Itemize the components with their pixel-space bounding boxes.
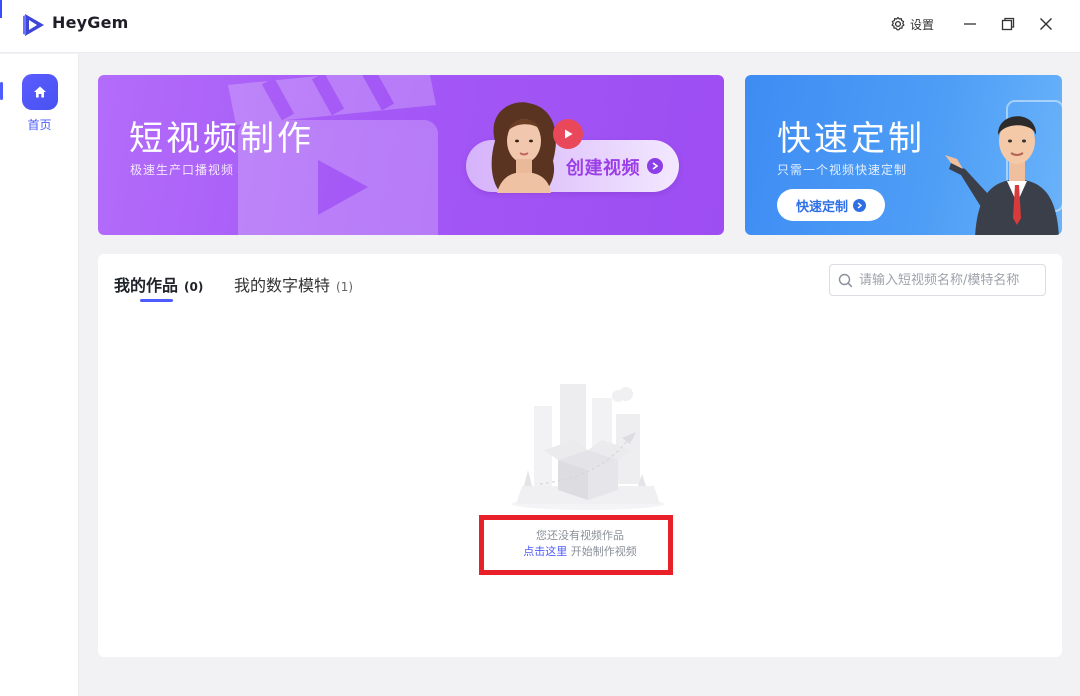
arrow-right-icon — [647, 158, 663, 174]
works-panel: 我的作品 (0) 我的数字模特 (1) 您还没有视频作品 点击这里 开始制作视频 — [98, 254, 1062, 657]
quick-customize-button[interactable]: 快速定制 — [777, 189, 885, 221]
home-icon — [34, 86, 46, 98]
tab-my-digital-models[interactable]: 我的数字模特 (1) — [234, 272, 354, 295]
search-box[interactable] — [829, 264, 1046, 296]
gear-icon — [891, 16, 905, 31]
restore-button[interactable] — [998, 14, 1018, 34]
tab-my-works-label: 我的作品 — [114, 276, 179, 295]
search-icon — [838, 273, 853, 287]
empty-state-action: 点击这里 开始制作视频 — [98, 543, 1062, 559]
video-banner-subtitle: 极速生产口播视频 — [130, 163, 235, 177]
empty-state-message: 您还没有视频作品 — [536, 529, 624, 542]
title-bar: HeyGem 设置 — [0, 0, 1080, 53]
video-banner-title: 短视频制作 — [129, 119, 314, 159]
tab-my-digital-models-count: (1) — [336, 280, 354, 294]
sidebar-item-home[interactable] — [22, 74, 58, 110]
restore-icon — [1001, 17, 1015, 31]
start-creating-link[interactable]: 点击这里 — [523, 545, 567, 558]
tab-my-works-count: (0) — [184, 280, 204, 294]
minimize-icon — [964, 23, 976, 25]
empty-state-illustration — [512, 384, 664, 510]
quick-customize-label: 快速定制 — [795, 199, 848, 215]
minimize-button[interactable] — [960, 14, 980, 34]
sidebar: 首页 — [0, 54, 79, 696]
close-icon — [1040, 18, 1052, 30]
play-icon — [553, 119, 583, 149]
presenter-avatar-image — [945, 100, 1062, 235]
window-edge-accent — [0, 0, 2, 18]
sidebar-item-label[interactable]: 首页 — [0, 116, 79, 133]
tab-my-works[interactable]: 我的作品 (0) — [114, 272, 204, 295]
create-video-label: 创建视频 — [566, 158, 640, 179]
custom-banner-subtitle: 只需一个视频快速定制 — [777, 163, 908, 177]
settings-button[interactable]: 设置 — [890, 14, 934, 34]
app-name: HeyGem — [52, 13, 129, 32]
tab-my-digital-models-label: 我的数字模特 — [234, 276, 331, 295]
empty-state-action-suffix: 开始制作视频 — [567, 545, 637, 558]
sidebar-active-indicator — [0, 82, 3, 100]
video-creation-banner[interactable]: 短视频制作 极速生产口播视频 创建视频 — [98, 75, 724, 235]
arrow-right-icon — [853, 198, 866, 212]
settings-label: 设置 — [910, 17, 935, 32]
search-input[interactable] — [859, 272, 1039, 288]
avatar-portrait-image — [491, 102, 556, 193]
app-logo-icon — [23, 14, 44, 36]
quick-customize-banner[interactable]: 快速定制 只需一个视频快速定制 快速定制 — [745, 75, 1062, 235]
close-button[interactable] — [1036, 14, 1056, 34]
custom-banner-title: 快速定制 — [777, 119, 925, 159]
active-tab-underline — [140, 299, 173, 302]
